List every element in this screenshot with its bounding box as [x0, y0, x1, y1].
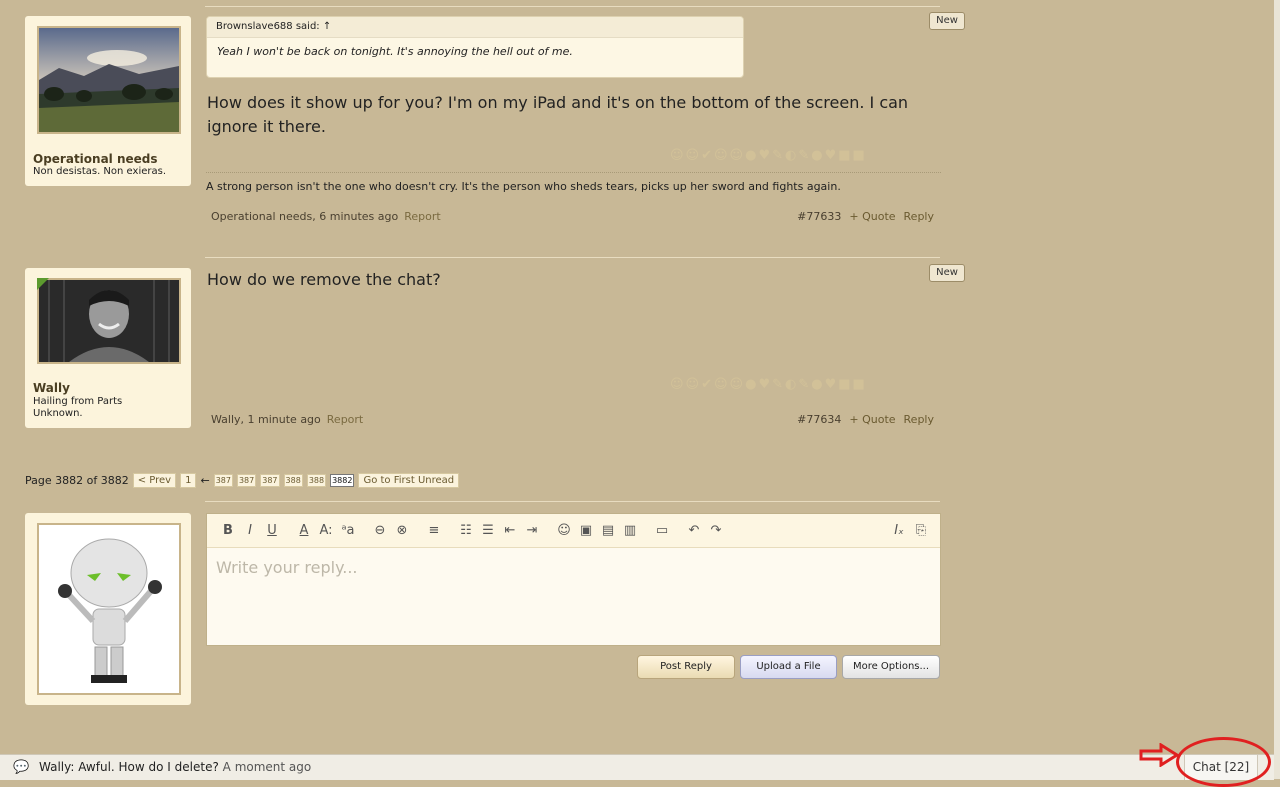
- toggle-bbcode-icon[interactable]: ⎘: [910, 523, 932, 538]
- quote-insert-icon[interactable]: ▥: [619, 523, 641, 538]
- unlink-icon[interactable]: ⊗: [391, 523, 413, 538]
- bullet-list-icon[interactable]: ☷: [455, 523, 477, 538]
- post-meta: Wally, 1 minute ago Report: [211, 413, 363, 426]
- post-number[interactable]: #77633: [797, 210, 841, 223]
- post-controls: #77633 + Quote Reply: [797, 210, 934, 223]
- quote-button[interactable]: + Quote: [849, 413, 895, 426]
- quote-block: Brownslave688 said: ↑ Yeah I won't be ba…: [206, 16, 744, 78]
- upload-file-button[interactable]: Upload a File: [740, 655, 837, 679]
- current-page: 3882: [330, 474, 355, 487]
- user-title: Hailing from Parts Unknown.: [33, 396, 123, 419]
- page-link[interactable]: 1: [180, 473, 197, 488]
- pagination: Page 3882 of 3882 < Prev 1 ← 387 387 387…: [25, 473, 460, 488]
- post-separator: [205, 6, 940, 7]
- bold-icon[interactable]: B: [217, 523, 239, 538]
- user-info-block: [25, 513, 191, 705]
- post-reply-button[interactable]: Post Reply: [637, 655, 735, 679]
- align-icon[interactable]: ≡: [423, 523, 445, 538]
- post-separator: [205, 257, 940, 258]
- editor-toolbar: B I U A A: ᵃa ⊖ ⊗ ≡ ☷ ☰ ⇤ ⇥ ☺ ▣ ▤ ▥ ▭ ↶ …: [207, 514, 940, 548]
- reaction-icons[interactable]: ☺☺✔☺☺●♥✎◐✎●♥■■: [670, 377, 940, 393]
- quote-button[interactable]: + Quote: [849, 210, 895, 223]
- chat-bar[interactable]: 💬 Wally: Awful. How do I delete? A momen…: [0, 754, 1274, 780]
- post-message: How do we remove the chat?: [207, 270, 441, 289]
- media-icon[interactable]: ▤: [597, 523, 619, 538]
- remove-format-icon[interactable]: Iₓ: [888, 523, 910, 538]
- post-author-time[interactable]: Operational needs, 6 minutes ago: [211, 210, 398, 223]
- reaction-icons[interactable]: ☺☺✔☺☺●♥✎◐✎●♥■■: [670, 148, 940, 164]
- avatar[interactable]: [37, 278, 181, 364]
- more-options-button[interactable]: More Options...: [842, 655, 940, 679]
- chat-bubble-icon: 💬: [13, 760, 30, 775]
- link-icon[interactable]: ⊖: [369, 523, 391, 538]
- avatar[interactable]: [37, 26, 181, 134]
- redo-icon[interactable]: ↷: [705, 523, 727, 538]
- text-color-icon[interactable]: A: [293, 523, 315, 538]
- page-link[interactable]: 388: [283, 474, 303, 487]
- avatar-person-image: [39, 280, 179, 362]
- outdent-icon[interactable]: ⇤: [499, 523, 521, 538]
- signature: A strong person isn't the one who doesn'…: [206, 180, 841, 193]
- smilie-icon[interactable]: ☺: [553, 523, 575, 538]
- post-message: How does it show up for you? I'm on my i…: [207, 93, 909, 136]
- page-link[interactable]: 387: [213, 474, 233, 487]
- reply-textarea[interactable]: Write your reply...: [207, 548, 940, 587]
- online-indicator-icon: [37, 278, 49, 290]
- reply-editor: B I U A A: ᵃa ⊖ ⊗ ≡ ☷ ☰ ⇤ ⇥ ☺ ▣ ▤ ▥ ▭ ↶ …: [206, 513, 941, 646]
- post-author-time[interactable]: Wally, 1 minute ago: [211, 413, 321, 426]
- username[interactable]: Operational needs: [33, 152, 158, 166]
- username[interactable]: Wally: [33, 381, 70, 395]
- report-link[interactable]: Report: [404, 210, 440, 223]
- save-draft-icon[interactable]: ▭: [651, 523, 673, 538]
- avatar-landscape-image: [39, 28, 179, 132]
- font-size-icon[interactable]: A:: [315, 523, 337, 538]
- prev-page-button[interactable]: < Prev: [132, 473, 177, 488]
- quote-author[interactable]: Brownslave688 said: ↑: [207, 17, 743, 38]
- user-title: Non desistas. Non exieras.: [33, 166, 166, 177]
- font-family-icon[interactable]: ᵃa: [337, 523, 359, 538]
- reply-button[interactable]: Reply: [904, 413, 934, 426]
- underline-icon[interactable]: U: [261, 523, 283, 538]
- italic-icon[interactable]: I: [239, 523, 261, 538]
- scrollbar[interactable]: [1274, 0, 1280, 779]
- page-link[interactable]: 387: [236, 474, 257, 487]
- separator: [205, 501, 940, 502]
- image-icon[interactable]: ▣: [575, 523, 597, 538]
- numbered-list-icon[interactable]: ☰: [477, 523, 499, 538]
- annotation-arrow-icon: [1139, 743, 1179, 767]
- chat-last-message: Wally: Awful. How do I delete? A moment …: [39, 760, 312, 774]
- reply-button[interactable]: Reply: [904, 210, 934, 223]
- page-skip-arrow[interactable]: ←: [200, 474, 209, 487]
- page-label: Page 3882 of 3882: [25, 474, 129, 487]
- user-info-block: Wally Hailing from Parts Unknown.: [25, 268, 191, 428]
- new-badge: New: [929, 12, 965, 30]
- annotation-circle: [1176, 737, 1271, 787]
- page-link[interactable]: 388: [306, 474, 327, 487]
- user-info-block: Operational needs Non desistas. Non exie…: [25, 16, 191, 186]
- page-link[interactable]: 387: [260, 474, 280, 487]
- post-controls: #77634 + Quote Reply: [797, 413, 934, 426]
- report-link[interactable]: Report: [327, 413, 363, 426]
- indent-icon[interactable]: ⇥: [521, 523, 543, 538]
- first-unread-button[interactable]: Go to First Unread: [358, 473, 460, 488]
- new-badge: New: [929, 264, 965, 282]
- post-number[interactable]: #77634: [797, 413, 841, 426]
- avatar[interactable]: [37, 523, 181, 695]
- post-meta: Operational needs, 6 minutes ago Report: [211, 210, 441, 223]
- avatar-robot-image: [39, 525, 179, 693]
- signature-divider: [206, 172, 941, 173]
- undo-icon[interactable]: ↶: [683, 523, 705, 538]
- quote-text: Yeah I won't be back on tonight. It's an…: [217, 45, 573, 58]
